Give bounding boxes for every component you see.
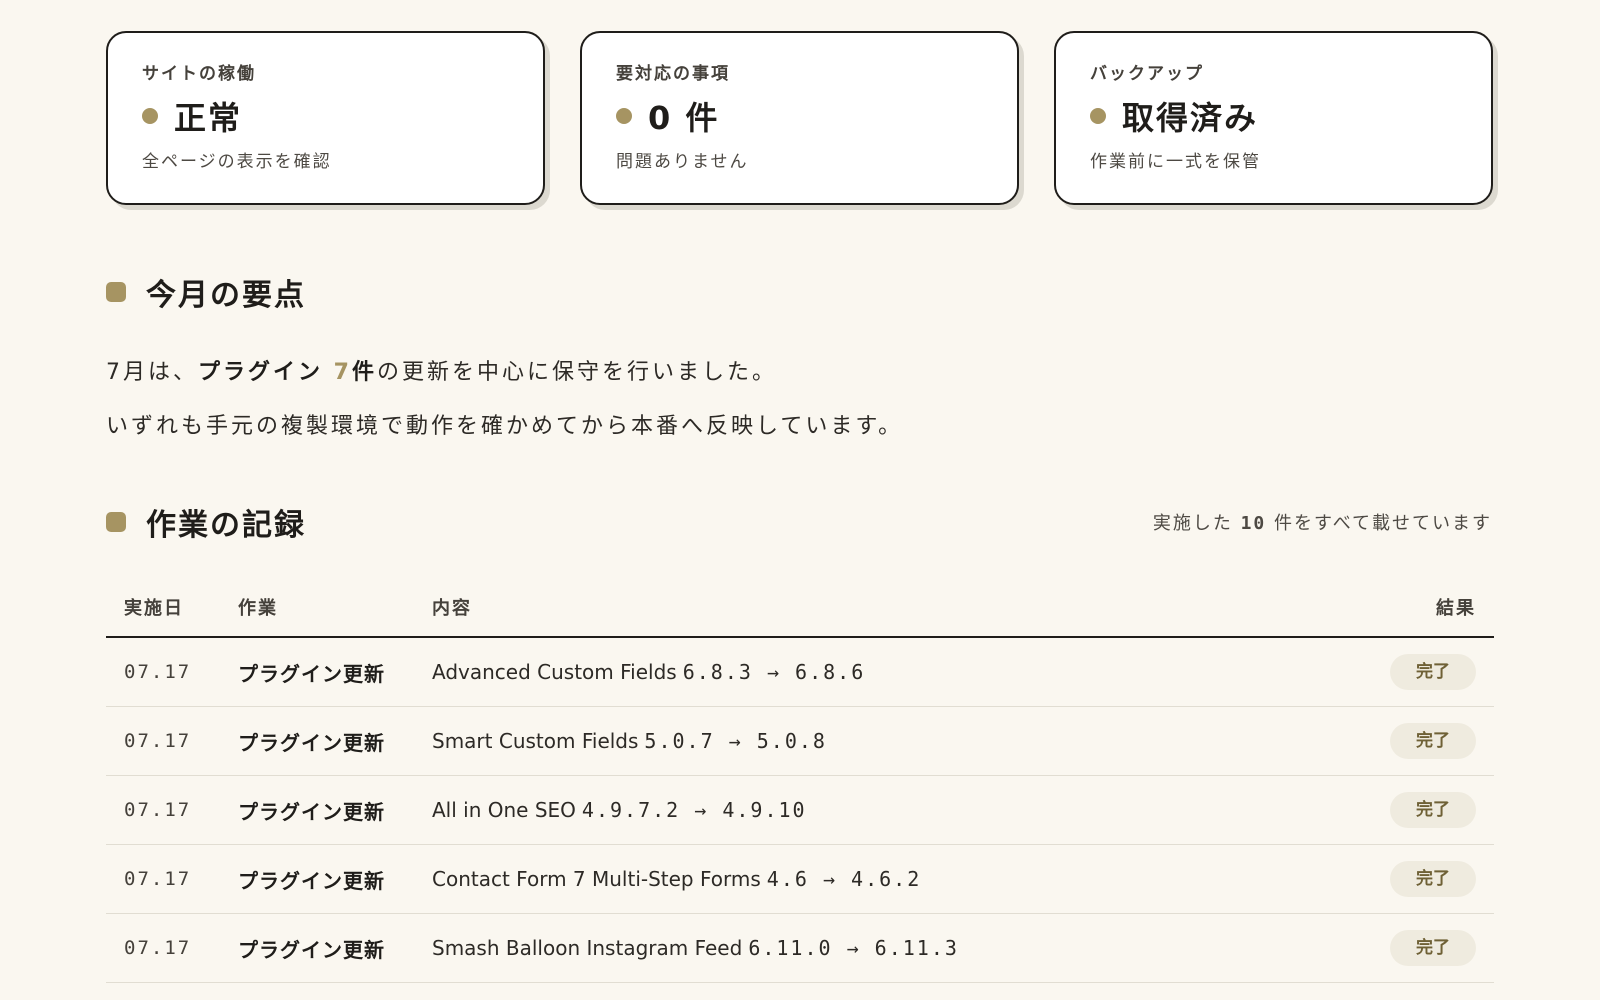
row-content: All in One SEO 4.9.7.2 → 4.9.10 bbox=[414, 775, 1297, 845]
card-label: サイトの稼働 bbox=[142, 64, 256, 84]
plugin-name: Smash Balloon Instagram Feed bbox=[432, 936, 743, 960]
version-change: 4.6 → 4.6.2 bbox=[766, 867, 922, 891]
version-change: 4.9.7.2 → 4.9.10 bbox=[581, 798, 807, 822]
card-note: 作業前に一式を保管 bbox=[1090, 152, 1261, 172]
header-date: 実施日 bbox=[106, 578, 220, 638]
card-value: 取得済み bbox=[1122, 99, 1259, 137]
plugin-count: 7 bbox=[333, 360, 352, 385]
card-note: 問題ありません bbox=[616, 152, 749, 172]
summary-line-1: 7月は、プラグイン 7件の更新を中心に保守を行いました。 bbox=[106, 360, 778, 385]
card-label: バックアップ bbox=[1090, 64, 1204, 84]
version-change: 5.0.7 → 5.0.8 bbox=[644, 729, 827, 753]
status-badge: 完了 bbox=[1390, 792, 1476, 828]
version-change: 6.8.3 → 6.8.6 bbox=[682, 660, 866, 684]
status-badge: 完了 bbox=[1390, 861, 1476, 897]
log-count: 10 bbox=[1240, 513, 1267, 534]
row-date: 07.17 bbox=[106, 637, 220, 707]
summary-line-2: いずれも手元の複製環境で動作を確かめてから本番へ反映しています。 bbox=[106, 414, 904, 439]
card-label: 要対応の事項 bbox=[616, 64, 730, 84]
status-card-backup: バックアップ 取得済み 作業前に一式を保管 bbox=[1054, 31, 1493, 205]
row-work: プラグイン更新 bbox=[220, 775, 414, 845]
card-note: 全ページの表示を確認 bbox=[142, 152, 332, 172]
section-title: 作業の記録 bbox=[146, 508, 306, 543]
card-value: 正常 bbox=[174, 99, 243, 137]
row-work: プラグイン更新 bbox=[220, 637, 414, 707]
table-row: 07.17 プラグイン更新 Advanced Custom Fields 6.8.… bbox=[106, 637, 1494, 707]
status-badge: 完了 bbox=[1390, 654, 1476, 690]
status-card-site-uptime: サイトの稼働 正常 全ページの表示を確認 bbox=[106, 31, 545, 205]
table-row: 07.17 プラグイン更新 Smart Custom Fields 5.0.7 →… bbox=[106, 706, 1494, 776]
status-dot-icon bbox=[1090, 108, 1106, 124]
section-marker-icon bbox=[106, 512, 126, 532]
row-content: Contact Form 7 Multi-Step Forms 4.6 → 4.6… bbox=[414, 844, 1297, 914]
status-badge: 完了 bbox=[1390, 723, 1476, 759]
status-dot-icon bbox=[616, 108, 632, 124]
version-change: 6.11.0 → 6.11.3 bbox=[748, 936, 959, 960]
work-log-table: 実施日 作業 内容 結果 07.17 プラグイン更新 Advanced Cust… bbox=[106, 578, 1494, 983]
card-value: 0 件 bbox=[648, 99, 720, 137]
section-title: 今月の要点 bbox=[146, 278, 306, 313]
status-badge: 完了 bbox=[1390, 930, 1476, 966]
row-work: プラグイン更新 bbox=[220, 844, 414, 914]
summary-text: 7月は、プラグイン 7件の更新を中心に保守を行いました。 いずれも手元の複製環境… bbox=[106, 358, 1494, 466]
plugin-name: All in One SEO bbox=[432, 798, 576, 822]
status-cards: サイトの稼働 正常 全ページの表示を確認 要対応の事項 0 件 問題ありません … bbox=[106, 31, 1494, 205]
row-content: Smash Balloon Instagram Feed 6.11.0 → 6.1… bbox=[414, 913, 1297, 983]
row-date: 07.17 bbox=[106, 775, 220, 845]
table-row: 07.17 プラグイン更新 Contact Form 7 Multi-Step … bbox=[106, 844, 1494, 914]
plugin-name: Contact Form 7 Multi-Step Forms bbox=[432, 867, 761, 891]
status-card-action-items: 要対応の事項 0 件 問題ありません bbox=[580, 31, 1019, 205]
row-content: Smart Custom Fields 5.0.7 → 5.0.8 bbox=[414, 706, 1297, 776]
plugin-name: Smart Custom Fields bbox=[432, 729, 639, 753]
section-marker-icon bbox=[106, 282, 126, 302]
summary-heading: 今月の要点 bbox=[106, 270, 1494, 314]
row-work: プラグイン更新 bbox=[220, 706, 414, 776]
row-date: 07.17 bbox=[106, 706, 220, 776]
header-content: 内容 bbox=[414, 578, 1297, 638]
row-date: 07.17 bbox=[106, 844, 220, 914]
table-row: 07.17 プラグイン更新 Smash Balloon Instagram Fe… bbox=[106, 913, 1494, 983]
table-header-row: 実施日 作業 内容 結果 bbox=[106, 578, 1494, 638]
row-work: プラグイン更新 bbox=[220, 913, 414, 983]
log-heading: 作業の記録 実施した 10 件をすべて載せています bbox=[106, 500, 1494, 544]
plugin-name: Advanced Custom Fields bbox=[432, 660, 677, 684]
report-page: サイトの稼働 正常 全ページの表示を確認 要対応の事項 0 件 問題ありません … bbox=[106, 31, 1494, 983]
header-work: 作業 bbox=[220, 578, 414, 638]
table-row: 07.17 プラグイン更新 All in One SEO 4.9.7.2 → 4.… bbox=[106, 775, 1494, 845]
header-result: 結果 bbox=[1296, 578, 1494, 638]
row-content: Advanced Custom Fields 6.8.3 → 6.8.6 bbox=[414, 637, 1297, 707]
row-date: 07.17 bbox=[106, 913, 220, 983]
status-dot-icon bbox=[142, 108, 158, 124]
log-count-note: 実施した 10 件をすべて載せています bbox=[1152, 513, 1492, 534]
